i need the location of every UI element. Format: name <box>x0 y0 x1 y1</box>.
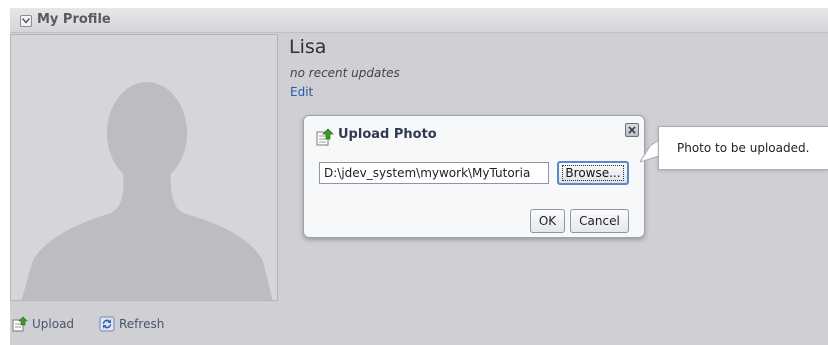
close-icon <box>628 126 636 134</box>
collapse-chevron-icon[interactable] <box>20 15 32 27</box>
upload-photo-dialog: Upload Photo D:\jdev_system\mywork\MyTut… <box>303 115 645 238</box>
panel-title: My Profile <box>37 12 111 27</box>
close-button[interactable] <box>625 123 639 137</box>
upload-icon <box>12 316 28 332</box>
tooltip-pointer <box>640 140 660 163</box>
upload-photo-icon <box>316 128 334 150</box>
recent-updates-text: no recent updates <box>290 66 400 80</box>
dialog-title: Upload Photo <box>338 127 437 142</box>
ok-button[interactable]: OK <box>530 209 565 233</box>
person-silhouette-icon <box>11 35 277 300</box>
browse-label: Browse... <box>562 165 624 181</box>
upload-label: Upload <box>32 317 75 331</box>
refresh-icon <box>99 316 115 332</box>
panel-header: My Profile <box>10 8 828 33</box>
edit-link[interactable]: Edit <box>290 85 313 99</box>
profile-name: Lisa <box>289 36 327 58</box>
tooltip: Photo to be uploaded. <box>658 126 828 170</box>
upload-button[interactable]: Upload <box>12 316 74 332</box>
refresh-label: Refresh <box>119 317 165 331</box>
cancel-button[interactable]: Cancel <box>570 209 629 233</box>
tooltip-text: Photo to be uploaded. <box>677 141 810 155</box>
profile-photo <box>10 34 278 301</box>
refresh-button[interactable]: Refresh <box>99 316 164 332</box>
file-path-input[interactable]: D:\jdev_system\mywork\MyTutoria <box>319 162 549 184</box>
browse-button[interactable]: Browse... <box>557 161 629 185</box>
